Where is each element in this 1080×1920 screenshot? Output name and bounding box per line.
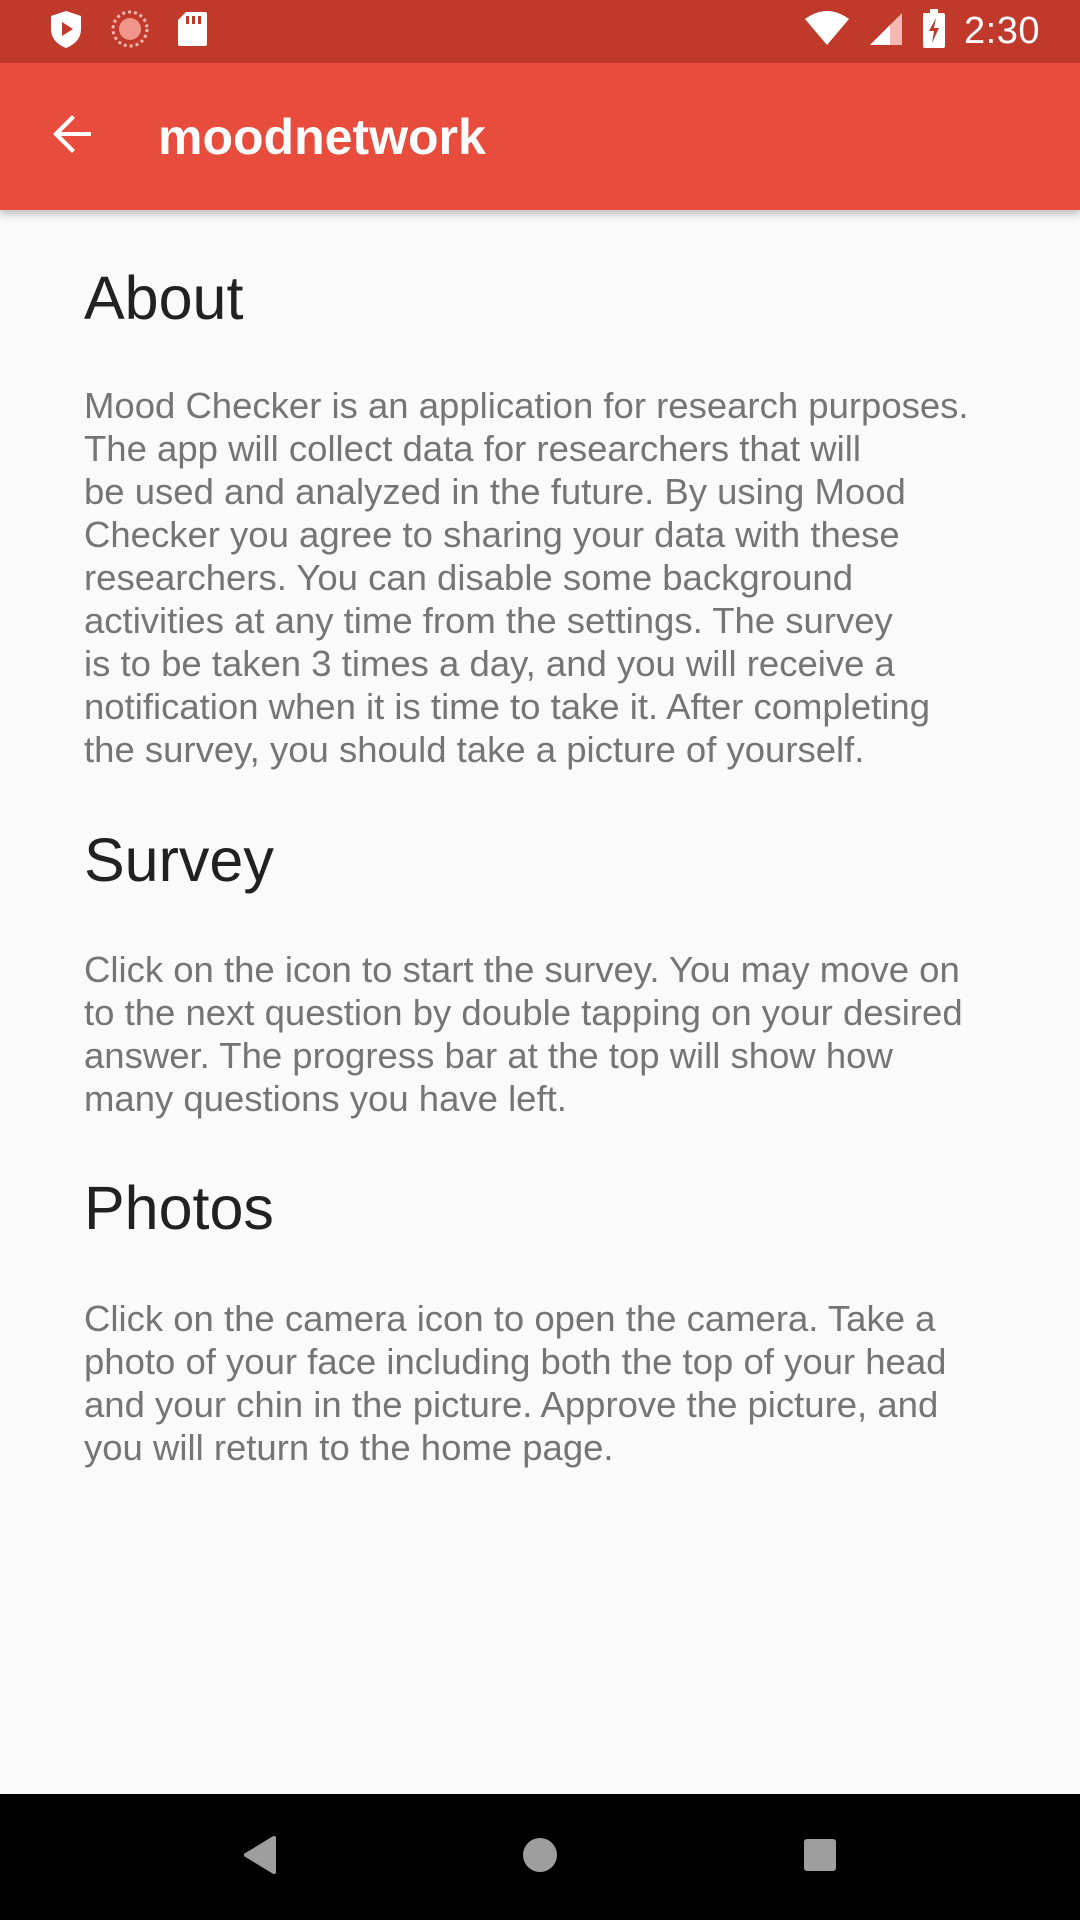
photos-line: and your chin in the picture. Approve th… <box>84 1384 939 1425</box>
sd-card-icon <box>176 10 208 53</box>
about-line: the survey, you should take a picture of… <box>84 729 865 770</box>
about-line: Mood Checker is an application for resea… <box>84 385 969 426</box>
status-time: 2:30 <box>964 10 1040 52</box>
arrow-back-icon <box>51 112 95 161</box>
about-line: notification when it is time to take it.… <box>84 686 930 727</box>
wifi-icon <box>804 11 850 52</box>
about-body: Mood Checker is an application for resea… <box>84 384 1004 771</box>
nav-recents-button[interactable] <box>775 1812 865 1902</box>
about-heading: About <box>84 264 244 332</box>
photos-heading: Photos <box>84 1174 274 1242</box>
photos-body: Click on the camera icon to open the cam… <box>84 1297 1004 1469</box>
shield-play-icon <box>48 9 84 54</box>
survey-body: Click on the icon to start the survey. Y… <box>84 948 1004 1120</box>
about-line: activities at any time from the settings… <box>84 600 893 641</box>
back-triangle-icon <box>242 1835 278 1880</box>
survey-heading: Survey <box>84 826 274 894</box>
app-bar: moodnetwork <box>0 63 1080 210</box>
survey-line: answer. The progress bar at the top will… <box>84 1035 893 1076</box>
about-line: is to be taken 3 times a day, and you wi… <box>84 643 895 684</box>
photos-line: photo of your face including both the to… <box>84 1341 947 1382</box>
photos-line: you will return to the home page. <box>84 1427 614 1468</box>
about-line: Checker you agree to sharing your data w… <box>84 514 900 555</box>
battery-charging-icon <box>922 9 946 54</box>
nav-home-button[interactable] <box>495 1812 585 1902</box>
survey-line: to the next question by double tapping o… <box>84 992 963 1033</box>
about-content: About Mood Checker is an application for… <box>0 210 1080 1794</box>
nav-back-button[interactable] <box>215 1812 305 1902</box>
photos-line: Click on the camera icon to open the cam… <box>84 1298 936 1339</box>
app-title: moodnetwork <box>158 108 486 165</box>
status-system-icons: 2:30 <box>804 9 1040 54</box>
loading-circle-icon <box>110 9 150 54</box>
survey-line: many questions you have left. <box>84 1078 567 1119</box>
home-circle-icon <box>521 1836 559 1879</box>
recents-square-icon <box>803 1838 837 1877</box>
cellular-signal-icon <box>868 11 904 52</box>
status-bar: 2:30 <box>0 0 1080 63</box>
status-notification-icons <box>48 9 208 54</box>
system-nav-bar <box>0 1794 1080 1920</box>
about-line: researchers. You can disable some backgr… <box>84 557 854 598</box>
survey-line: Click on the icon to start the survey. Y… <box>84 949 960 990</box>
about-screen: 2:30 moodnetwork About Mood Checker is a… <box>0 0 1080 1920</box>
about-line: be used and analyzed in the future. By u… <box>84 471 906 512</box>
about-line: The app will collect data for researcher… <box>84 428 861 469</box>
back-button[interactable] <box>36 100 110 174</box>
